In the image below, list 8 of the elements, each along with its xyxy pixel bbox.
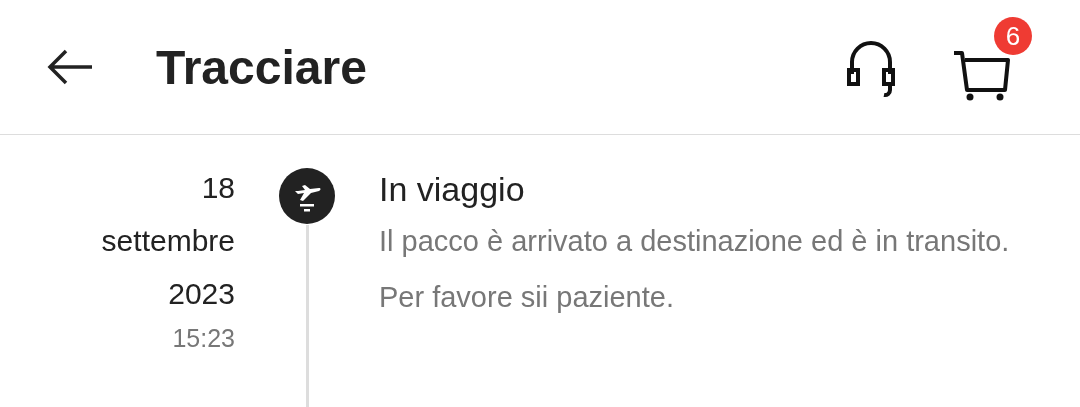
- page-title: Tracciare: [156, 39, 367, 95]
- event-description: Il pacco è arrivato a destinazione ed è in transito. Per favore sii paziente.: [379, 224, 1011, 315]
- cart-count-badge: 6: [994, 17, 1032, 55]
- event-time: 15:23: [172, 324, 235, 353]
- back-arrow-icon[interactable]: [46, 49, 94, 85]
- event-date: 18 settembre 2023: [100, 170, 235, 312]
- airplane-icon: [278, 167, 336, 225]
- event-title: In viaggio: [379, 169, 526, 210]
